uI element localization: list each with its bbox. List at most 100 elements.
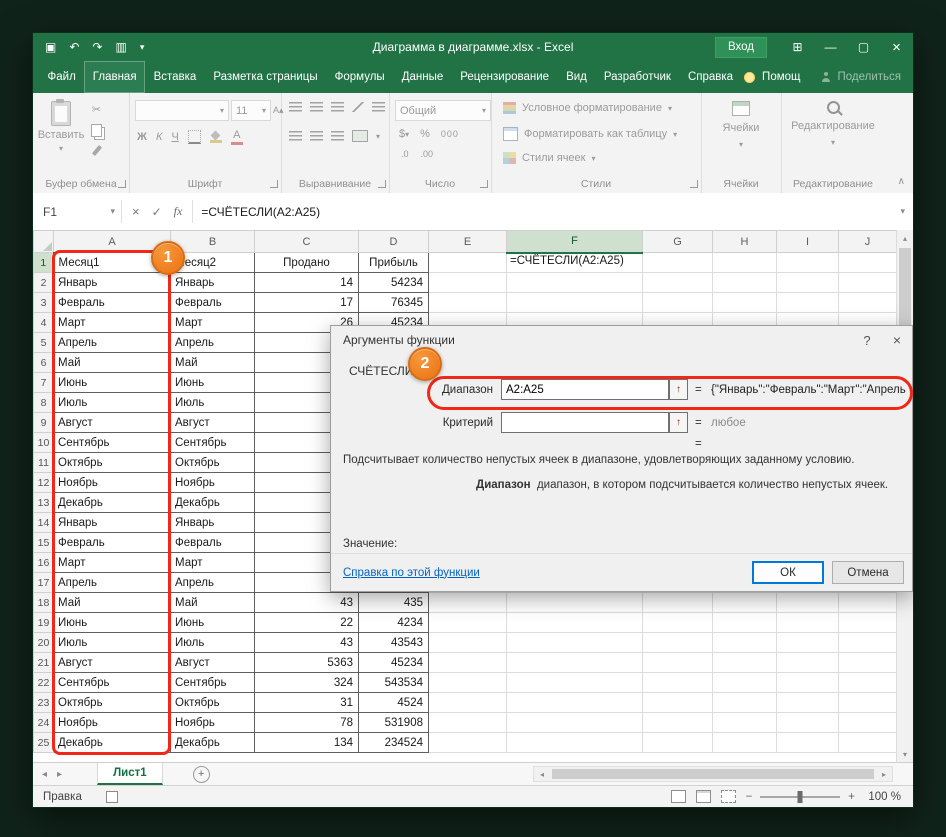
cell-J18[interactable] — [838, 592, 897, 613]
range-input[interactable] — [501, 379, 669, 400]
cell-I25[interactable] — [776, 732, 839, 753]
cell-B10[interactable]: Сентябрь — [170, 432, 255, 453]
zoom-in-icon[interactable]: + — [848, 791, 855, 803]
decrease-decimal-icon[interactable]: .00 — [421, 149, 434, 159]
row-header-15[interactable]: 15 — [33, 532, 54, 553]
cell-A25[interactable]: Декабрь — [53, 732, 171, 753]
cell-C25[interactable]: 134 — [254, 732, 359, 753]
cell-B25[interactable]: Декабрь — [170, 732, 255, 753]
tab-Данные[interactable]: Данные — [393, 61, 452, 93]
number-dialog-launcher[interactable] — [480, 180, 488, 188]
minimize-button[interactable]: — — [814, 33, 847, 61]
row-header-18[interactable]: 18 — [33, 592, 54, 613]
row-header-4[interactable]: 4 — [33, 312, 54, 333]
cell-J3[interactable] — [838, 292, 897, 313]
cell-D3[interactable]: 76345 — [358, 292, 429, 313]
row-header-10[interactable]: 10 — [33, 432, 54, 453]
scroll-down-icon[interactable]: ▾ — [897, 746, 913, 762]
row-header-24[interactable]: 24 — [33, 712, 54, 733]
cell-E23[interactable] — [428, 692, 507, 713]
camera-icon[interactable]: ▥ — [115, 40, 126, 54]
criteria-picker-button[interactable]: ↑ — [669, 412, 688, 433]
formula-input[interactable]: =СЧЁТЕСЛИ(A2:A25) — [193, 205, 320, 219]
cell-G23[interactable] — [642, 692, 713, 713]
row-header-23[interactable]: 23 — [33, 692, 54, 713]
row-header-6[interactable]: 6 — [33, 352, 54, 373]
alignment-dialog-launcher[interactable] — [378, 180, 386, 188]
cell-H18[interactable] — [712, 592, 777, 613]
number-format-combo[interactable]: Общий ▾ — [395, 100, 491, 121]
column-header-G[interactable]: G — [642, 230, 713, 253]
font-dialog-launcher[interactable] — [270, 180, 278, 188]
column-header-I[interactable]: I — [776, 230, 839, 253]
cancel-button[interactable]: Отмена — [832, 561, 904, 584]
sheet-nav-right-icon[interactable]: ▸ — [57, 769, 62, 780]
range-picker-button[interactable]: ↑ — [669, 379, 688, 400]
tab-Вид[interactable]: Вид — [558, 61, 596, 93]
zoom-slider-thumb[interactable] — [797, 790, 803, 803]
cell-styles-button[interactable]: Стили ячеек ▾ — [503, 152, 596, 164]
help-assistant-label[interactable]: Помощ — [762, 71, 800, 83]
cell-C19[interactable]: 22 — [254, 612, 359, 633]
row-header-19[interactable]: 19 — [33, 612, 54, 633]
clipboard-dialog-launcher[interactable] — [118, 180, 126, 188]
maximize-button[interactable]: ▢ — [847, 33, 880, 61]
cell-G2[interactable] — [642, 272, 713, 293]
column-header-J[interactable]: J — [838, 230, 897, 253]
cell-A10[interactable]: Сентябрь — [53, 432, 171, 453]
column-header-H[interactable]: H — [712, 230, 777, 253]
hscroll-left-icon[interactable]: ◂ — [534, 770, 550, 779]
cell-G20[interactable] — [642, 632, 713, 653]
criteria-input[interactable] — [501, 412, 669, 433]
cell-D24[interactable]: 531908 — [358, 712, 429, 733]
cell-H19[interactable] — [712, 612, 777, 633]
cell-B15[interactable]: Февраль — [170, 532, 255, 553]
row-header-8[interactable]: 8 — [33, 392, 54, 413]
tab-Главная[interactable]: Главная — [84, 61, 146, 93]
cell-B11[interactable]: Октябрь — [170, 452, 255, 473]
cut-icon[interactable]: ✂ — [92, 103, 101, 116]
cell-D1[interactable]: Прибыль — [358, 252, 429, 273]
column-header-C[interactable]: C — [254, 230, 359, 253]
page-break-view-icon[interactable] — [720, 790, 736, 803]
cell-G25[interactable] — [642, 732, 713, 753]
cell-D23[interactable]: 4524 — [358, 692, 429, 713]
cell-H22[interactable] — [712, 672, 777, 693]
cell-A24[interactable]: Ноябрь — [53, 712, 171, 733]
cell-A11[interactable]: Октябрь — [53, 452, 171, 473]
cell-B13[interactable]: Декабрь — [170, 492, 255, 513]
cell-C23[interactable]: 31 — [254, 692, 359, 713]
cell-J24[interactable] — [838, 712, 897, 733]
cell-H21[interactable] — [712, 652, 777, 673]
row-header-12[interactable]: 12 — [33, 472, 54, 493]
collapse-ribbon-icon[interactable]: ∧ — [898, 176, 905, 187]
cell-A3[interactable]: Февраль — [53, 292, 171, 313]
cell-I3[interactable] — [776, 292, 839, 313]
comma-format-icon[interactable]: 000 — [441, 129, 459, 139]
cell-E25[interactable] — [428, 732, 507, 753]
undo-icon[interactable]: ↶ — [69, 40, 79, 54]
cell-B17[interactable]: Апрель — [170, 572, 255, 593]
cell-B5[interactable]: Апрель — [170, 332, 255, 353]
horizontal-scroll-thumb[interactable] — [552, 769, 874, 779]
cell-G24[interactable] — [642, 712, 713, 733]
cell-I18[interactable] — [776, 592, 839, 613]
font-size-combo[interactable]: 11 ▾ — [231, 100, 271, 121]
increase-decimal-icon[interactable]: .0 — [401, 149, 409, 159]
tab-Рецензирование[interactable]: Рецензирование — [452, 61, 558, 93]
row-header-5[interactable]: 5 — [33, 332, 54, 353]
column-header-E[interactable]: E — [428, 230, 507, 253]
cell-F21[interactable] — [506, 652, 643, 673]
add-sheet-button[interactable]: + — [192, 765, 210, 783]
cell-A5[interactable]: Апрель — [53, 332, 171, 353]
cell-B18[interactable]: Май — [170, 592, 255, 613]
ok-button[interactable]: ОК — [752, 561, 824, 584]
cell-E1[interactable] — [428, 252, 507, 273]
cell-C22[interactable]: 324 — [254, 672, 359, 693]
cell-E24[interactable] — [428, 712, 507, 733]
row-header-14[interactable]: 14 — [33, 512, 54, 533]
cell-H1[interactable] — [712, 252, 777, 273]
cell-I21[interactable] — [776, 652, 839, 673]
cell-F24[interactable] — [506, 712, 643, 733]
cell-B2[interactable]: Январь — [170, 272, 255, 293]
